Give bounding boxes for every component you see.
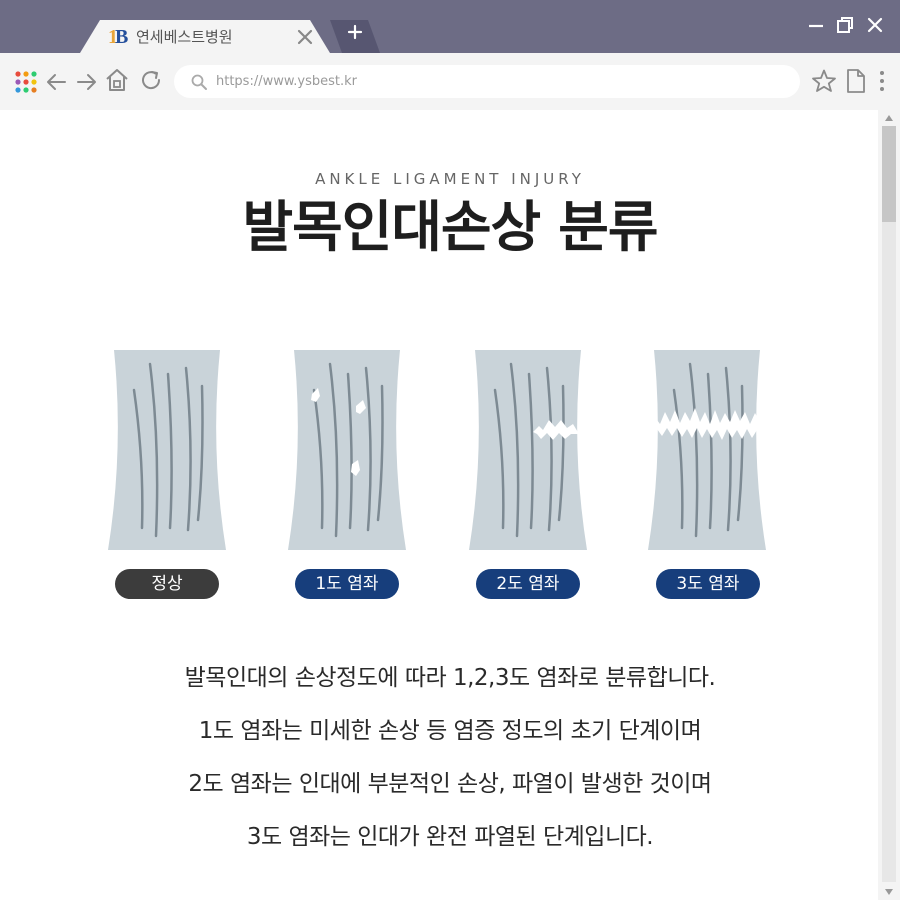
back-arrow-icon[interactable] [44, 69, 70, 95]
search-icon [191, 74, 207, 90]
ligament-grade2-illustration [469, 350, 587, 550]
description-line: 발목인대의 손상정도에 따라 1,2,3도 염좌로 분류합니다. [184, 665, 716, 691]
star-icon[interactable] [811, 68, 837, 94]
restore-icon[interactable] [836, 16, 854, 34]
reload-icon[interactable] [138, 68, 164, 94]
close-icon[interactable] [866, 16, 884, 34]
description-line: 2도 염좌는 인대에 부분적인 손상, 파열이 발생한 것이며 [188, 771, 712, 797]
scroll-down-icon[interactable] [884, 887, 894, 897]
ligament-normal-illustration [108, 350, 226, 550]
browser-tab[interactable]: 1B 연세베스트병원 [80, 20, 330, 53]
page-icon[interactable] [843, 68, 869, 94]
browser-toolbar: https://www.ysbest.kr [0, 53, 900, 110]
new-tab-icon[interactable] [346, 23, 364, 41]
badge-grade2: 2도 염좌 [476, 569, 580, 599]
description-line: 3도 염좌는 인대가 완전 파열된 단계입니다. [246, 824, 654, 850]
address-bar[interactable]: https://www.ysbest.kr [174, 65, 800, 98]
badge-normal: 정상 [115, 569, 219, 599]
more-vert-icon[interactable] [869, 68, 895, 94]
badge-grade3: 3도 염좌 [656, 569, 760, 599]
description-line: 1도 염좌는 미세한 손상 등 염증 정도의 초기 단계이며 [198, 718, 702, 744]
url-text[interactable]: https://www.ysbest.kr [216, 74, 357, 90]
forward-arrow-icon[interactable] [73, 69, 99, 95]
description: 발목인대의 손상정도에 따라 1,2,3도 염좌로 분류합니다. 1도 염좌는 … [0, 652, 900, 864]
home-icon[interactable] [104, 67, 130, 93]
ligament-grade3-illustration [648, 350, 766, 550]
page-title: 발목인대손상 분류 [242, 195, 659, 259]
apps-grid-icon[interactable] [13, 69, 39, 95]
tab-title: 연세베스트병원 [136, 28, 233, 46]
browser-titlebar: 1B 연세베스트병원 [0, 0, 900, 53]
minimize-icon[interactable] [807, 16, 825, 34]
tab-close-icon[interactable] [296, 28, 314, 46]
hospital-logo-icon: 1B [108, 26, 128, 48]
page-subtitle: ANKLE LIGAMENT INJURY [315, 170, 585, 188]
ligament-grade1-illustration [288, 350, 406, 550]
badge-grade1: 1도 염좌 [295, 569, 399, 599]
scroll-up-icon[interactable] [884, 113, 894, 123]
